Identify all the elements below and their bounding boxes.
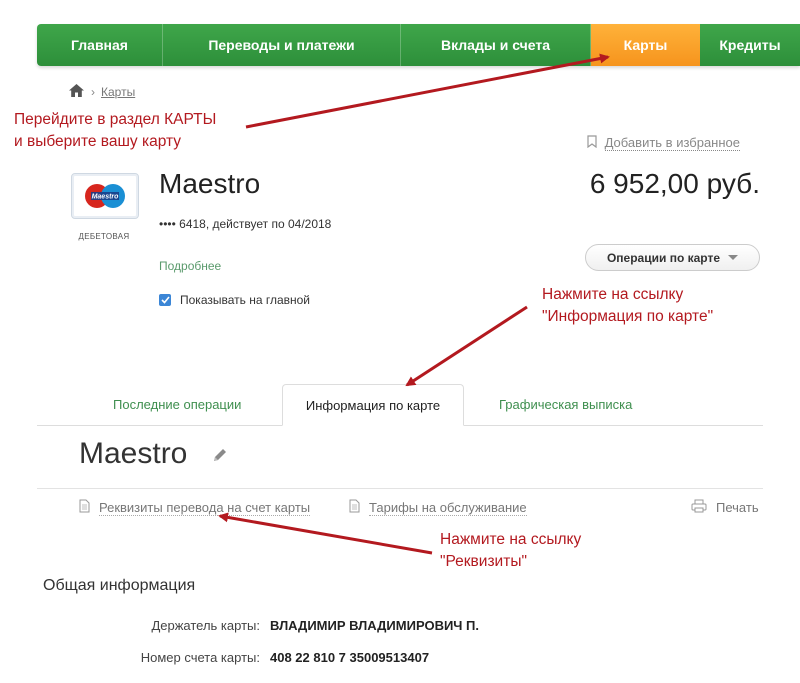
card-type: ДЕБЕТОВАЯ bbox=[78, 232, 130, 241]
show-on-main-checkbox[interactable]: Показывать на главной bbox=[159, 293, 310, 307]
breadcrumb: › Карты bbox=[69, 84, 135, 100]
maestro-logo-icon: Maestro bbox=[85, 184, 125, 208]
breadcrumb-cards-link[interactable]: Карты bbox=[101, 85, 135, 99]
card-operations-label: Операции по карте bbox=[606, 250, 721, 265]
requisites-link[interactable]: Реквизиты перевода на счет карты bbox=[79, 499, 311, 516]
top-navigation: Главная Переводы и платежи Вклады и счет… bbox=[37, 24, 800, 66]
account-label: Номер счета карты: bbox=[140, 650, 260, 665]
account-value: 408 22 810 7 35009513407 bbox=[270, 650, 430, 665]
pencil-icon[interactable] bbox=[212, 447, 228, 468]
tariffs-link-label: Тарифы на обслуживание bbox=[369, 499, 527, 516]
arrow-to-cards-tab bbox=[245, 53, 610, 129]
print-link[interactable]: Печать bbox=[691, 499, 759, 516]
maestro-logo-text: Maestro bbox=[92, 194, 120, 201]
card-logo[interactable]: Maestro bbox=[71, 173, 139, 219]
card-more-link[interactable]: Подробнее bbox=[159, 259, 221, 273]
card-balance: 6 952,00 руб. bbox=[589, 168, 760, 199]
nav-item-deposits[interactable]: Вклады и счета bbox=[401, 24, 591, 66]
annotation-step-2-line-2: "Информация по карте" bbox=[542, 308, 714, 325]
document-icon bbox=[79, 499, 90, 516]
chevron-right-icon: › bbox=[91, 85, 95, 99]
annotation-step-1-line-1: Перейдите в раздел КАРТЫ bbox=[14, 111, 217, 128]
nav-item-credits[interactable]: Кредиты bbox=[700, 24, 800, 66]
nav-item-home[interactable]: Главная bbox=[37, 24, 163, 66]
holder-label: Держатель карты: bbox=[151, 618, 260, 633]
printer-icon bbox=[691, 499, 707, 516]
section-card-title: Maestro bbox=[79, 437, 188, 470]
nav-item-transfers[interactable]: Переводы и платежи bbox=[163, 24, 401, 66]
general-info-heading: Общая информация bbox=[43, 577, 196, 594]
requisites-link-label: Реквизиты перевода на счет карты bbox=[99, 499, 311, 516]
tariffs-link[interactable]: Тарифы на обслуживание bbox=[349, 499, 527, 516]
add-to-favorites-link[interactable]: Добавить в избранное bbox=[587, 135, 740, 151]
card-operations-button[interactable]: Операции по карте bbox=[585, 244, 760, 271]
home-icon[interactable] bbox=[69, 84, 84, 100]
tab-graphic-statement[interactable]: Графическая выписка bbox=[499, 397, 632, 412]
tab-card-info[interactable]: Информация по карте bbox=[282, 384, 464, 426]
annotation-step-2-line-1: Нажмите на ссылку bbox=[542, 286, 684, 303]
add-to-favorites-label: Добавить в избранное bbox=[604, 135, 740, 151]
annotation-step-3-line-2: "Реквизиты" bbox=[440, 553, 527, 570]
checkbox-checked-icon[interactable] bbox=[159, 294, 171, 306]
annotation-step-2: Нажмите на ссылку "Информация по карте" bbox=[542, 284, 713, 328]
card-title: Maestro bbox=[159, 168, 261, 199]
tab-recent-operations[interactable]: Последние операции bbox=[113, 397, 241, 412]
document-icon bbox=[349, 499, 360, 516]
show-on-main-label: Показывать на главной bbox=[180, 293, 311, 307]
annotation-step-3: Нажмите на ссылку "Реквизиты" bbox=[440, 529, 581, 573]
annotation-step-1-line-2: и выберите вашу карту bbox=[14, 133, 182, 150]
holder-value: ВЛАДИМИР ВЛАДИМИРОВИЧ П. bbox=[270, 618, 479, 633]
annotation-step-1: Перейдите в раздел КАРТЫ и выберите вашу… bbox=[14, 109, 216, 153]
chevron-down-icon bbox=[728, 255, 739, 260]
nav-item-cards[interactable]: Карты bbox=[591, 24, 700, 66]
annotation-step-3-line-1: Нажмите на ссылку bbox=[440, 531, 582, 548]
arrow-to-requisites-link bbox=[218, 512, 433, 555]
section-divider bbox=[37, 488, 763, 489]
print-link-label: Печать bbox=[716, 500, 759, 515]
card-number: •••• 6418, действует по 04/2018 bbox=[159, 217, 332, 231]
arrow-to-card-info-tab bbox=[405, 305, 528, 387]
bookmark-icon bbox=[587, 135, 597, 151]
